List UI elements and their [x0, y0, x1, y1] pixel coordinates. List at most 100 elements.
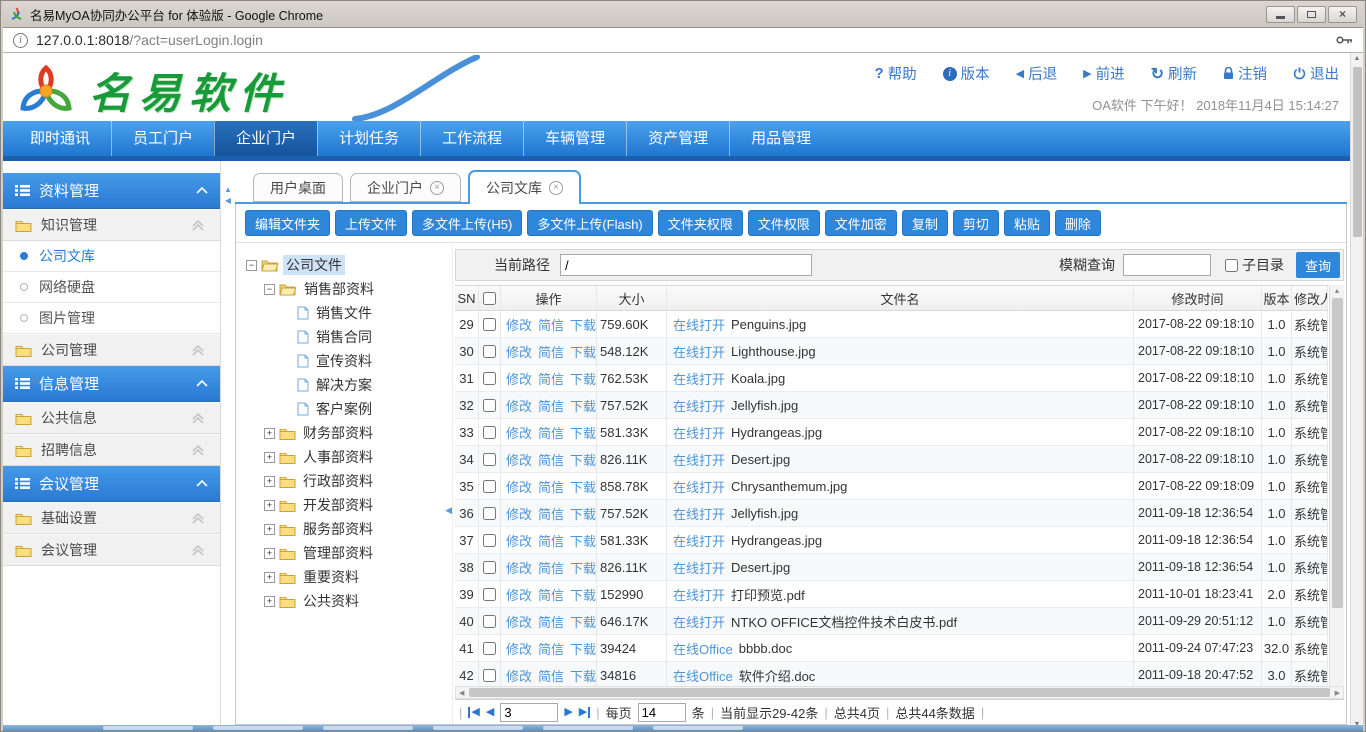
tree-node-2[interactable]: 销售文件 — [244, 301, 452, 325]
row-checkbox[interactable] — [483, 318, 496, 331]
open-online-link[interactable]: 在线打开 — [673, 504, 725, 523]
op-download-link[interactable]: 下载 — [570, 342, 596, 361]
toolbar-button-6[interactable]: 文件加密 — [825, 210, 897, 236]
minimize-button[interactable] — [1266, 6, 1295, 23]
row-checkbox[interactable] — [483, 669, 496, 682]
op-download-link[interactable]: 下载 — [570, 477, 596, 496]
sidebar-item-0-0[interactable]: 知识管理 — [3, 209, 220, 241]
tree-node-1[interactable]: −销售部资料 — [244, 277, 452, 301]
select-all-checkbox[interactable] — [483, 292, 496, 305]
toplink-question[interactable]: ?帮助 — [874, 63, 916, 84]
plus-box-icon[interactable]: + — [264, 524, 275, 535]
last-page-button[interactable]: ▶ — [579, 707, 590, 718]
tree-node-7[interactable]: +财务部资料 — [244, 421, 452, 445]
op-message-link[interactable]: 简信 — [538, 342, 564, 361]
page-size-input[interactable] — [638, 703, 686, 722]
tree-collapse-icon[interactable]: ◀ — [445, 505, 452, 516]
tree-node-9[interactable]: +行政部资料 — [244, 469, 452, 493]
tab-close-icon[interactable]: × — [430, 181, 444, 195]
toolbar-button-7[interactable]: 复制 — [902, 210, 948, 236]
op-message-link[interactable]: 简信 — [538, 450, 564, 469]
sidebar-item-0-2[interactable]: 网络硬盘 — [3, 272, 220, 303]
toolbar-button-1[interactable]: 上传文件 — [335, 210, 407, 236]
op-message-link[interactable]: 简信 — [538, 477, 564, 496]
op-download-link[interactable]: 下载 — [570, 396, 596, 415]
maximize-button[interactable] — [1297, 6, 1326, 23]
nav-tab-4[interactable]: 工作流程 — [420, 121, 523, 156]
open-online-link[interactable]: 在线打开 — [673, 396, 725, 415]
collapse-left-icon[interactable]: ◀ — [225, 196, 231, 205]
url-text[interactable]: 127.0.0.1:8018/?act=userLogin.login — [36, 32, 1328, 48]
op-message-link[interactable]: 简信 — [538, 639, 564, 658]
query-button[interactable]: 查询 — [1296, 252, 1340, 278]
row-checkbox[interactable] — [483, 426, 496, 439]
horizontal-scroll-thumb[interactable] — [469, 688, 1329, 697]
open-online-link[interactable]: 在线打开 — [673, 531, 725, 550]
sidebar-item-2-0[interactable]: 基础设置 — [3, 502, 220, 534]
minus-box-icon[interactable]: − — [264, 284, 275, 295]
op-edit-link[interactable]: 修改 — [506, 504, 532, 523]
op-download-link[interactable]: 下载 — [570, 531, 596, 550]
subdirectory-checkbox[interactable] — [1225, 259, 1238, 272]
toplink-power[interactable]: 退出 — [1293, 63, 1339, 84]
op-download-link[interactable]: 下载 — [570, 558, 596, 577]
page-scrollbar[interactable]: ▲ ▼ — [1350, 53, 1363, 731]
op-edit-link[interactable]: 修改 — [506, 396, 532, 415]
plus-box-icon[interactable]: + — [264, 452, 275, 463]
row-checkbox[interactable] — [483, 399, 496, 412]
scroll-left-icon[interactable]: ◀ — [456, 689, 467, 697]
toolbar-button-2[interactable]: 多文件上传(H5) — [412, 210, 522, 236]
toolbar-button-4[interactable]: 文件夹权限 — [658, 210, 743, 236]
plus-box-icon[interactable]: + — [264, 500, 275, 511]
toplink-back[interactable]: ◀后退 — [1016, 63, 1057, 84]
sidebar-item-1-1[interactable]: 招聘信息 — [3, 434, 220, 466]
op-message-link[interactable]: 简信 — [538, 504, 564, 523]
op-message-link[interactable]: 简信 — [538, 612, 564, 631]
op-download-link[interactable]: 下载 — [570, 666, 596, 685]
op-edit-link[interactable]: 修改 — [506, 612, 532, 631]
op-edit-link[interactable]: 修改 — [506, 531, 532, 550]
nav-tab-7[interactable]: 用品管理 — [729, 121, 832, 156]
scroll-right-icon[interactable]: ▶ — [1332, 689, 1343, 697]
nav-tab-3[interactable]: 计划任务 — [317, 121, 420, 156]
page-scroll-thumb[interactable] — [1353, 67, 1362, 237]
nav-tab-1[interactable]: 员工门户 — [111, 121, 214, 156]
plus-box-icon[interactable]: + — [264, 476, 275, 487]
op-edit-link[interactable]: 修改 — [506, 423, 532, 442]
tree-node-8[interactable]: +人事部资料 — [244, 445, 452, 469]
tab-1[interactable]: 企业门户× — [350, 173, 461, 202]
row-checkbox[interactable] — [483, 453, 496, 466]
vertical-scroll-thumb[interactable] — [1332, 298, 1343, 608]
toolbar-button-8[interactable]: 剪切 — [953, 210, 999, 236]
plus-box-icon[interactable]: + — [264, 572, 275, 583]
open-online-link[interactable]: 在线打开 — [673, 423, 725, 442]
tree-node-14[interactable]: +公共资料 — [244, 589, 452, 613]
row-checkbox[interactable] — [483, 507, 496, 520]
page-scroll-up-icon[interactable]: ▲ — [1351, 53, 1363, 65]
open-online-link[interactable]: 在线打开 — [673, 558, 725, 577]
op-download-link[interactable]: 下载 — [570, 369, 596, 388]
op-message-link[interactable]: 简信 — [538, 315, 564, 334]
current-path-input[interactable] — [560, 254, 812, 276]
op-download-link[interactable]: 下载 — [570, 612, 596, 631]
tree-node-6[interactable]: 客户案例 — [244, 397, 452, 421]
open-online-link[interactable]: 在线Office — [673, 639, 733, 658]
op-message-link[interactable]: 简信 — [538, 666, 564, 685]
tree-node-5[interactable]: 解决方案 — [244, 373, 452, 397]
tree-node-11[interactable]: +服务部资料 — [244, 517, 452, 541]
sidebar-item-2-1[interactable]: 会议管理 — [3, 534, 220, 566]
open-online-link[interactable]: 在线打开 — [673, 342, 725, 361]
op-message-link[interactable]: 简信 — [538, 558, 564, 577]
toolbar-button-5[interactable]: 文件权限 — [748, 210, 820, 236]
op-download-link[interactable]: 下载 — [570, 504, 596, 523]
op-edit-link[interactable]: 修改 — [506, 477, 532, 496]
tree-node-10[interactable]: +开发部资料 — [244, 493, 452, 517]
toplink-lock[interactable]: 注销 — [1223, 63, 1267, 84]
op-download-link[interactable]: 下载 — [570, 639, 596, 658]
sidebar-group-1[interactable]: 信息管理 — [3, 366, 220, 402]
tree-node-3[interactable]: 销售合同 — [244, 325, 452, 349]
op-edit-link[interactable]: 修改 — [506, 342, 532, 361]
fuzzy-search-input[interactable] — [1123, 254, 1211, 276]
open-online-link[interactable]: 在线打开 — [673, 585, 725, 604]
page-info-icon[interactable]: i — [13, 33, 28, 48]
